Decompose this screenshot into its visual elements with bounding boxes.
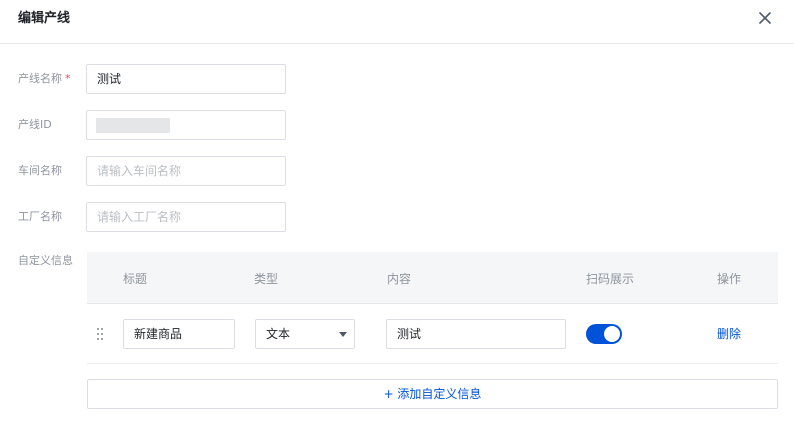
dialog-title: 编辑产线 [18,11,71,26]
column-header-type: 类型 [254,272,279,286]
close-icon[interactable] [756,9,774,27]
toggle-knob [604,326,620,342]
line-id-field [86,110,286,140]
row-type-select[interactable]: 文本 [255,319,355,349]
column-header-action: 操作 [717,272,742,286]
required-mark: * [65,72,71,85]
scan-display-toggle[interactable] [586,324,622,344]
row-type-value: 文本 [266,327,291,341]
custom-info-label: 自定义信息 [18,254,73,267]
workshop-name-input[interactable]: 请输入车间名称 [86,156,286,186]
column-header-scan-display: 扫码展示 [586,272,635,286]
line-name-input[interactable]: 测试 [86,64,286,94]
row-content-input[interactable]: 测试 [386,319,566,349]
table-row: 新建商品 文本 测试 删除 [87,304,778,364]
drag-handle-icon[interactable] [97,328,105,342]
dialog-header: 编辑产线 [0,0,794,44]
workshop-name-label: 车间名称 [18,164,62,177]
line-id-value-redacted [96,118,170,133]
column-header-title: 标题 [123,272,148,286]
add-custom-info-button[interactable]: + 添加自定义信息 [87,379,778,409]
line-id-label: 产线ID [18,118,52,131]
line-name-label: 产线名称 * [18,71,71,87]
delete-link[interactable]: 删除 [717,326,741,342]
column-header-content: 内容 [387,272,412,286]
factory-name-input[interactable]: 请输入工厂名称 [86,202,286,232]
line-name-label-text: 产线名称 [18,72,62,85]
row-title-input[interactable]: 新建商品 [123,319,235,349]
table-header: 标题 类型 内容 扫码展示 操作 [87,252,778,304]
chevron-down-icon [339,332,347,337]
factory-name-label: 工厂名称 [18,210,62,223]
